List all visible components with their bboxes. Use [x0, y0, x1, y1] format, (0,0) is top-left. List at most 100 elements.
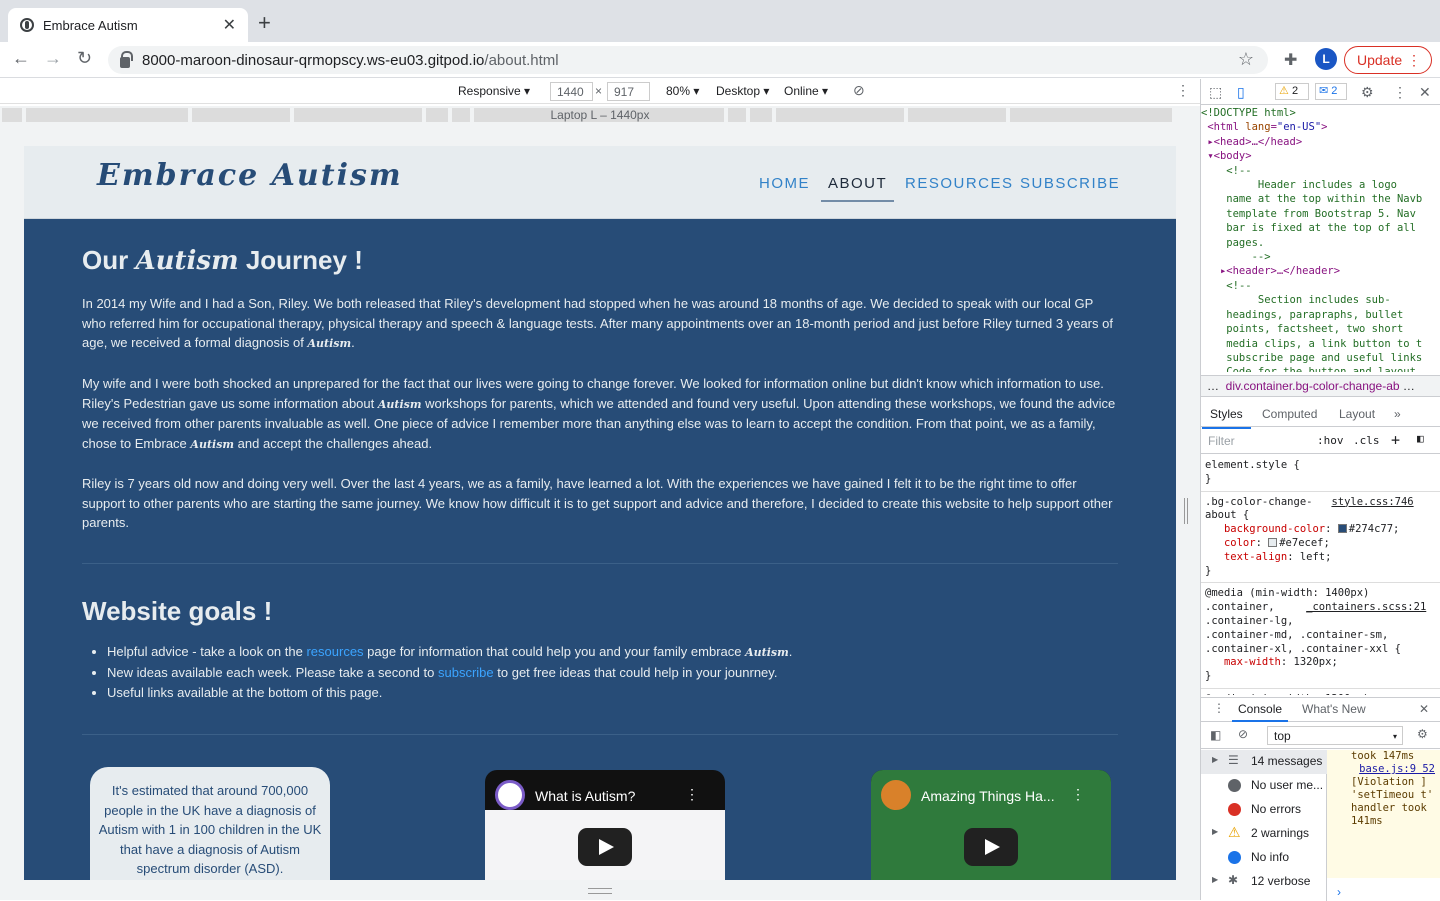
styles-filter-input[interactable]: Filter [1208, 434, 1235, 448]
rule-source-link[interactable]: style.css:746 [1331, 496, 1413, 508]
tab-more[interactable]: » [1394, 407, 1401, 421]
mode-select[interactable]: Desktop ▾ [716, 84, 769, 98]
update-button[interactable]: Update ⋮ [1344, 46, 1432, 74]
tab-console[interactable]: Console [1231, 702, 1289, 722]
dropdown-icon: ▾ [1392, 732, 1397, 741]
browser-tab[interactable]: Embrace Autism ✕ [8, 8, 248, 42]
sidebar-messages[interactable]: ▶ ☰ 14 messages [1201, 750, 1327, 774]
address-bar[interactable]: 8000-maroon-dinosaur-qrmopscy.ws-eu03.gi… [108, 46, 1268, 74]
lock-icon[interactable] [120, 50, 133, 68]
website-page: Embrace Autism HOME ABOUT RESOURCES SUBS… [24, 146, 1176, 880]
sidebar-verbose[interactable]: ▶ ✱ 12 verbose [1201, 870, 1327, 894]
browser-toolbar: ← → ↻ 8000-maroon-dinosaur-qrmopscy.ws-e… [0, 42, 1440, 78]
device-select[interactable]: Responsive ▾ [458, 84, 530, 98]
subscribe-link[interactable]: subscribe [438, 665, 494, 680]
color-swatch[interactable] [1337, 524, 1347, 534]
video-menu-icon[interactable]: ⋮ [1071, 786, 1085, 803]
nav-home[interactable]: HOME [759, 175, 810, 192]
paragraph-1: In 2014 my Wife and I had a Son, Riley. … [82, 294, 1118, 354]
tab-computed[interactable]: Computed [1262, 407, 1317, 421]
bg-color-value[interactable]: #274c77 [1349, 523, 1393, 535]
zoom-select[interactable]: 80% ▾ [666, 84, 699, 98]
width-input[interactable]: 1440 [550, 82, 593, 101]
rotate-icon[interactable]: ⊘ [853, 82, 865, 99]
console-sidebar-icon[interactable]: ◧ [1210, 728, 1221, 742]
goals-heading: Website goals ! [82, 596, 273, 626]
clear-console-icon[interactable]: ⊘ [1238, 727, 1248, 741]
autism-emphasis: Autism [307, 337, 352, 350]
video-menu-icon[interactable]: ⋮ [685, 786, 699, 803]
play-icon[interactable] [964, 828, 1018, 866]
forward-icon[interactable]: → [44, 48, 62, 69]
warnings-badge[interactable]: ⚠ 2 [1275, 83, 1309, 100]
sidebar-user-messages[interactable]: No user me... [1201, 774, 1327, 798]
console-settings-icon[interactable]: ⚙ [1417, 727, 1428, 741]
info-count: 2 [1331, 85, 1338, 97]
height-input[interactable]: 917 [607, 82, 650, 101]
context-select[interactable]: top ▾ [1267, 726, 1403, 745]
close-devtools-icon[interactable]: ✕ [1419, 84, 1431, 101]
elements-tree[interactable]: <!DOCTYPE html> <html lang="en-US"> ▸<he… [1201, 106, 1440, 372]
tab-layout[interactable]: Layout [1339, 407, 1375, 421]
settings-gear-icon[interactable]: ⚙ [1361, 84, 1374, 101]
hov-toggle[interactable]: :hov [1317, 434, 1344, 447]
inspect-icon[interactable]: ⬚ [1209, 84, 1222, 101]
network-select[interactable]: Online ▾ [784, 84, 828, 98]
info-badge[interactable]: ✉ 2 [1315, 83, 1347, 100]
site-logo[interactable]: Embrace Autism [97, 158, 403, 193]
nav-subscribe[interactable]: SUBSCRIBE [1020, 175, 1120, 192]
divider [82, 734, 1118, 735]
back-icon[interactable]: ← [12, 48, 30, 69]
url-path: /about.html [484, 51, 559, 69]
sidebar-errors[interactable]: No errors [1201, 798, 1327, 822]
new-tab-button[interactable]: + [258, 10, 271, 36]
devtools-menu-icon[interactable]: ⋮ [1393, 84, 1407, 101]
device-viewport: Embrace Autism HOME ABOUT RESOURCES SUBS… [0, 124, 1200, 900]
more-options-icon[interactable]: ⋮ [1176, 82, 1190, 99]
video-what-is-autism[interactable]: What is Autism? ⋮ [485, 770, 725, 880]
device-toggle-icon[interactable]: ▯ [1237, 84, 1245, 101]
width-resize-handle[interactable] [1184, 498, 1188, 524]
media-query-label: Laptop L – 1440px [550, 108, 650, 122]
paragraph-2: My wife and I were both shocked an unpre… [82, 374, 1118, 454]
sidebar-label: 14 messages [1251, 754, 1323, 768]
breadcrumb-item[interactable]: div.container.bg-color-change-ab [1226, 379, 1400, 393]
sidebar-toggle-icon[interactable]: ◧ [1417, 432, 1424, 445]
viewport-resize-handle[interactable] [588, 888, 612, 894]
profile-avatar[interactable]: L [1315, 48, 1337, 70]
console-prompt[interactable]: › [1337, 885, 1341, 899]
log-source-link[interactable]: base.js:9 52 [1351, 763, 1435, 776]
globe-icon [20, 18, 34, 32]
close-drawer-icon[interactable]: ✕ [1419, 702, 1429, 716]
text: page for information that could help you… [367, 644, 742, 659]
drawer-menu-icon[interactable]: ⋮ [1213, 701, 1225, 715]
sidebar-warnings[interactable]: ▶ ⚠ 2 warnings [1201, 822, 1327, 846]
close-tab-icon[interactable]: ✕ [223, 15, 236, 35]
breadcrumb[interactable]: … div.container.bg-color-change-ab … [1201, 375, 1440, 397]
tab-styles[interactable]: Styles [1202, 407, 1251, 429]
styles-pane[interactable]: element.style { } .bg-color-change- style… [1201, 455, 1440, 695]
bookmark-star-icon[interactable]: ☆ [1238, 49, 1254, 70]
add-rule-icon[interactable]: + [1391, 431, 1400, 449]
page-title: Our Autism Journey ! [82, 245, 363, 276]
color-value[interactable]: #e7ecef [1279, 537, 1323, 549]
play-icon[interactable] [578, 828, 632, 866]
warning-icon: ⚠ [1279, 85, 1289, 97]
color-swatch[interactable] [1268, 537, 1278, 547]
rule-source-link[interactable]: _containers.scss:21 [1306, 601, 1426, 613]
text: New ideas available each week. Please ta… [107, 665, 435, 680]
styles-filter-bar: Filter :hov .cls + ◧ [1201, 428, 1440, 454]
video-amazing-things[interactable]: Amazing Things Ha... ⋮ [871, 770, 1111, 880]
nav-resources[interactable]: RESOURCES [905, 175, 1014, 192]
message-icon: ✉ [1319, 85, 1329, 97]
cls-toggle[interactable]: .cls [1353, 434, 1380, 447]
console-toolbar: ◧ ⊘ top ▾ ⚙ [1201, 723, 1440, 749]
nav-about[interactable]: ABOUT [820, 175, 895, 202]
error-icon [1228, 803, 1241, 816]
reload-icon[interactable]: ↻ [77, 48, 92, 69]
ellipsis: … [1207, 379, 1219, 393]
resources-link[interactable]: resources [306, 644, 363, 659]
sidebar-info[interactable]: No info [1201, 846, 1327, 870]
tab-whats-new[interactable]: What's New [1302, 702, 1366, 716]
extensions-icon[interactable]: ✚ [1284, 50, 1297, 70]
